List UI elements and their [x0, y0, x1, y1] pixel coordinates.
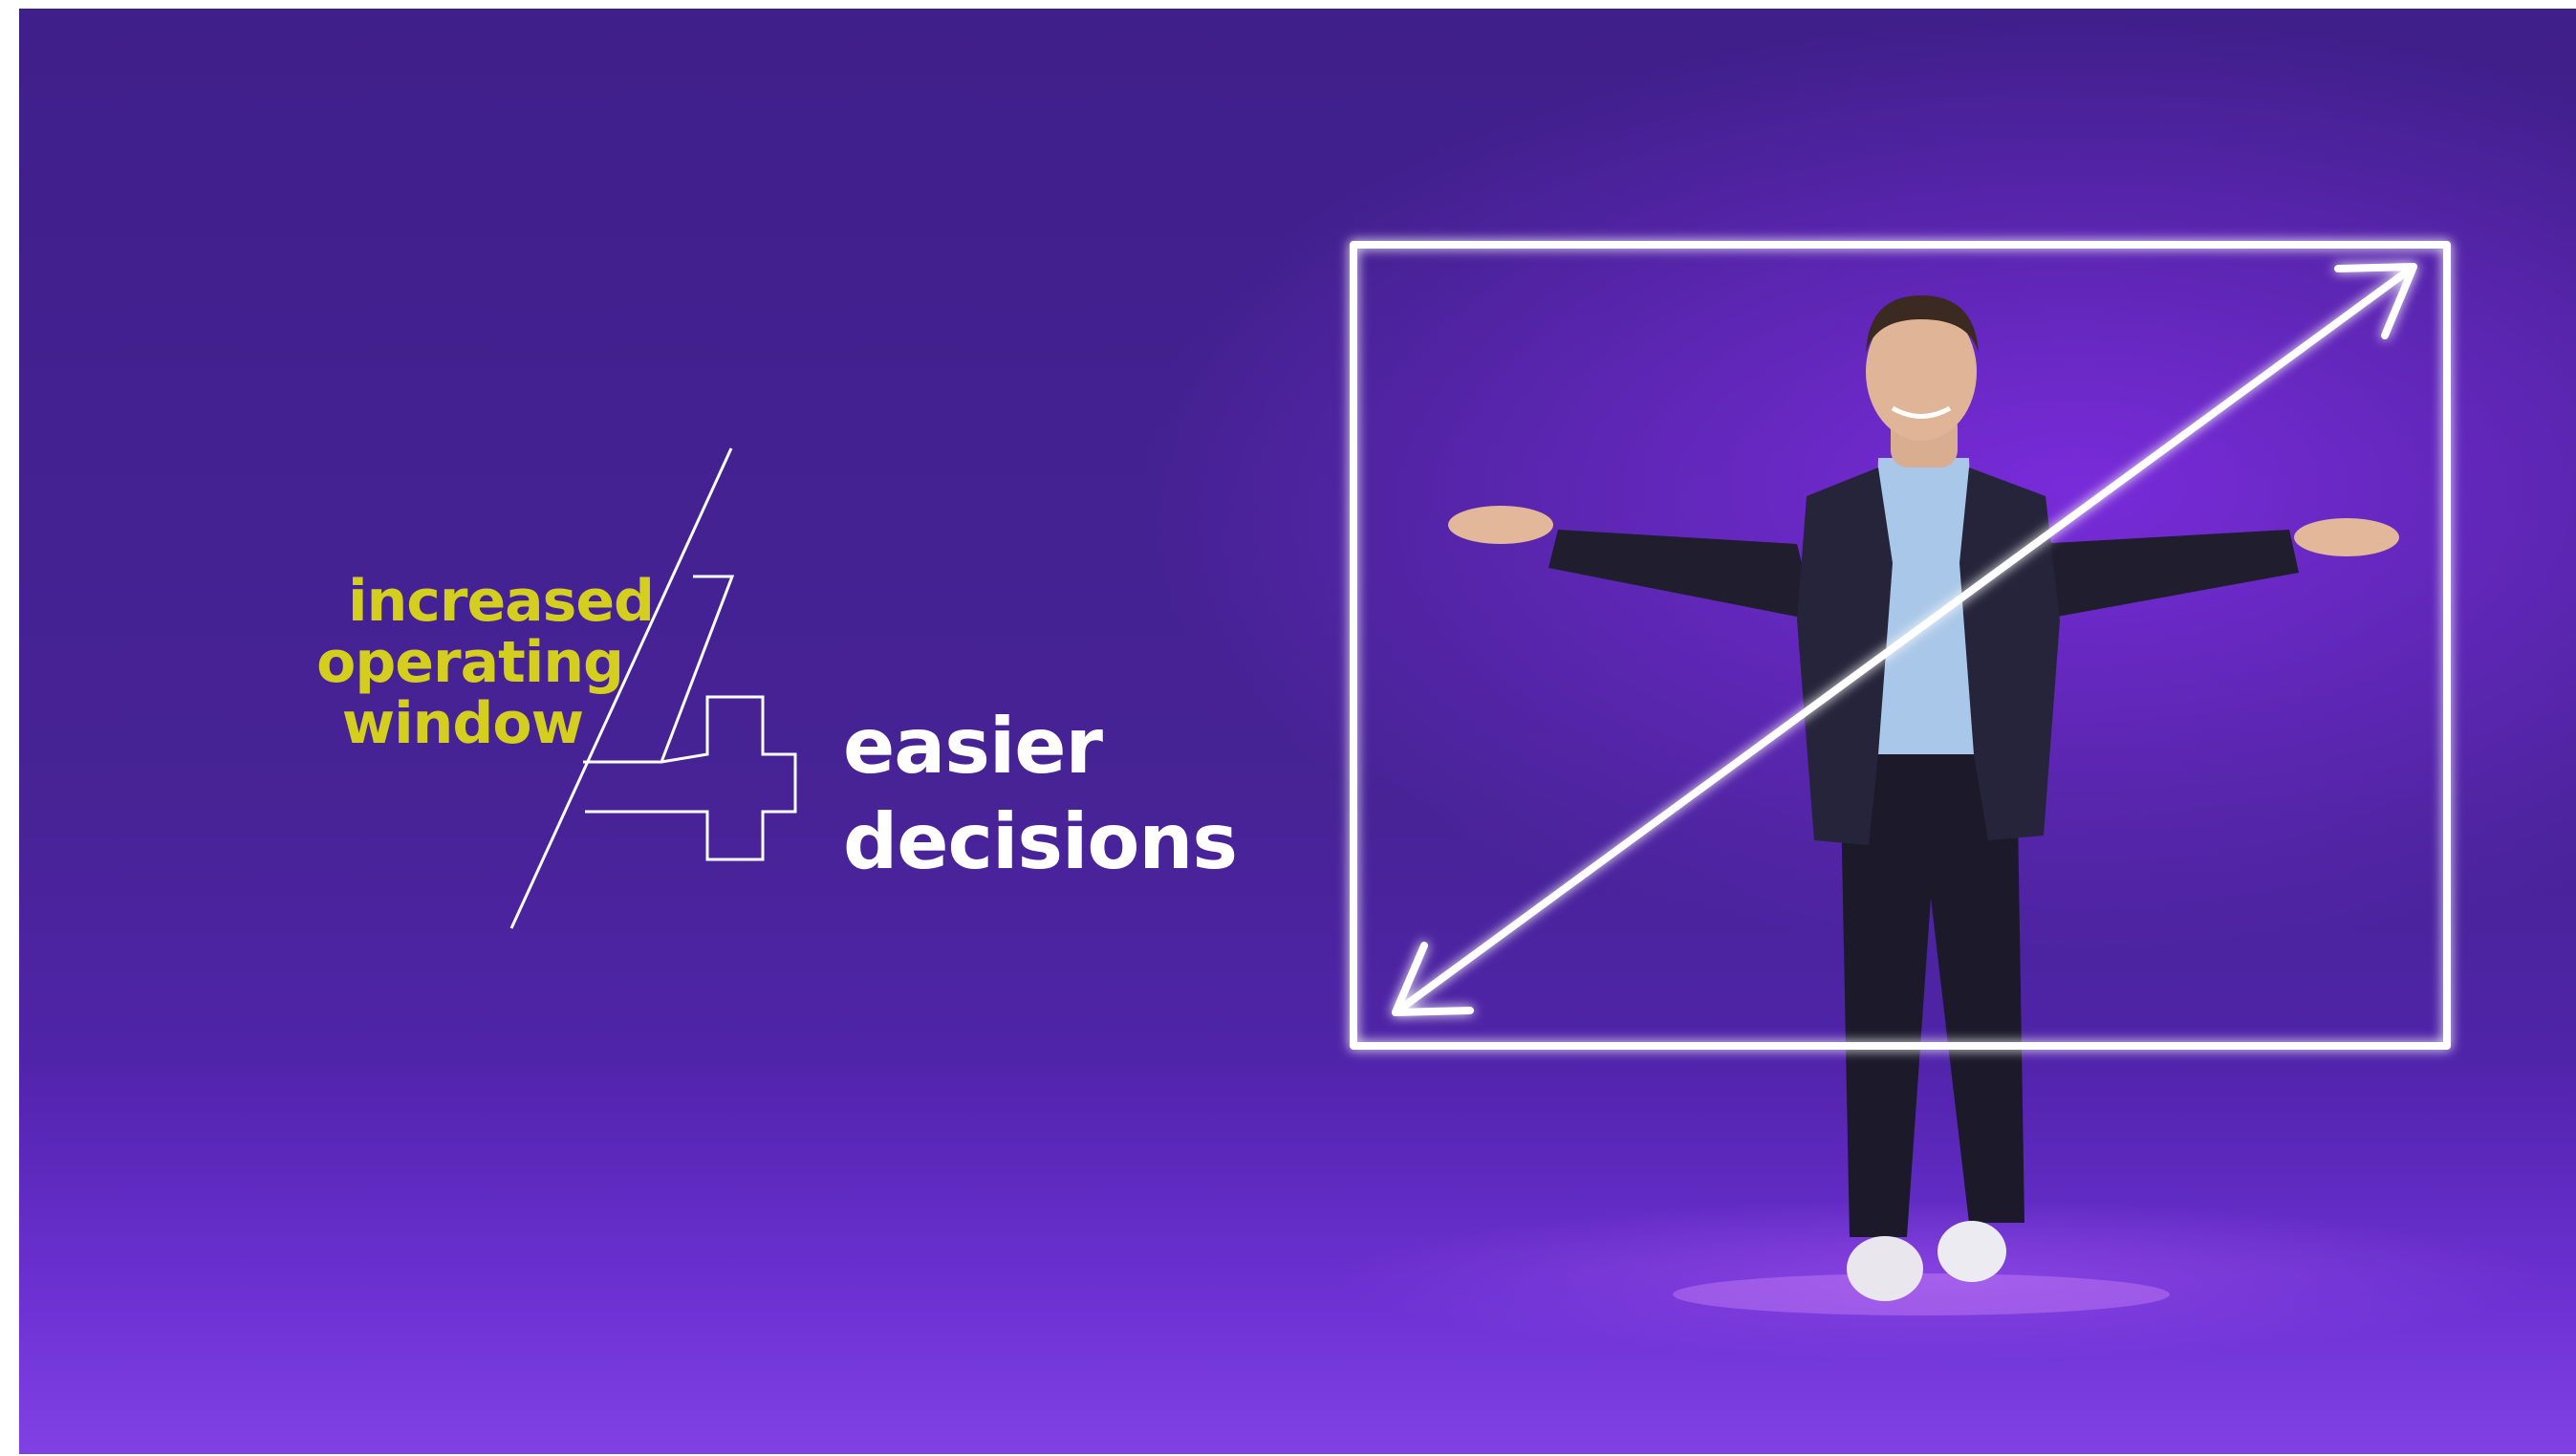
neon-frame-graphic [1350, 241, 2451, 1050]
diagonal-double-arrow [1392, 263, 2417, 1016]
promo-banner: increased operating window easier decisi… [19, 9, 2576, 1454]
